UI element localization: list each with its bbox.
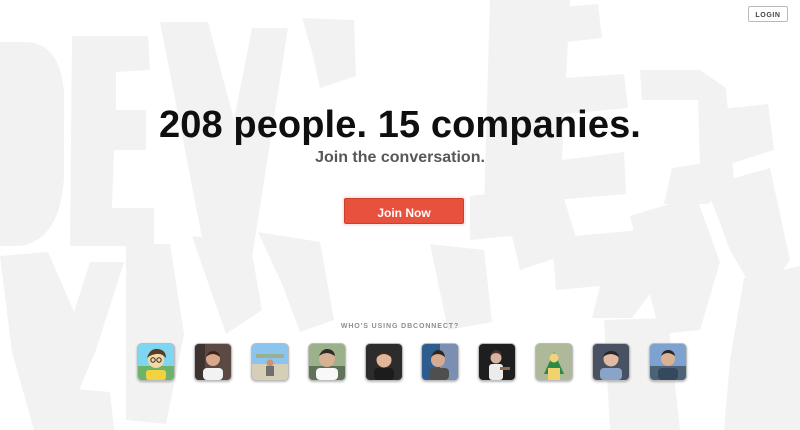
user-avatar-3[interactable] — [250, 343, 289, 381]
login-button[interactable]: LOGIN — [748, 6, 788, 22]
user-avatar-2[interactable] — [193, 343, 232, 381]
user-avatar-6[interactable] — [421, 343, 460, 381]
user-avatar-list — [137, 343, 687, 383]
landing-page: LOGIN 208 people. 15 companies. Join the… — [0, 0, 800, 430]
user-avatar-5[interactable] — [364, 343, 403, 381]
user-avatar-9[interactable] — [592, 343, 630, 381]
users-section-title: WHO'S USING DBCONNECT? — [340, 323, 460, 330]
user-avatar-10[interactable] — [648, 343, 687, 381]
join-now-button[interactable]: Join Now — [344, 198, 464, 224]
user-avatar-8[interactable] — [535, 343, 574, 381]
headline: 208 people. 15 companies. — [159, 104, 641, 146]
user-avatar-1[interactable] — [137, 343, 175, 381]
user-avatar-7[interactable] — [478, 343, 517, 381]
hero-section: 208 people. 15 companies. Join the conve… — [0, 102, 800, 168]
subheadline: Join the conversation. — [315, 149, 485, 166]
user-avatar-4[interactable] — [307, 343, 346, 381]
